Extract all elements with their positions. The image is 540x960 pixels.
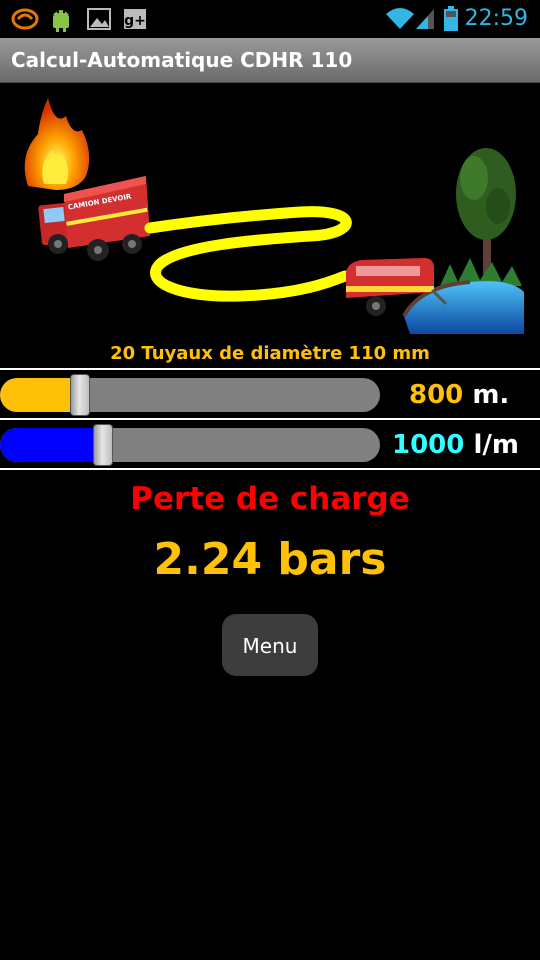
android-icon (53, 10, 69, 32)
signal-icon (416, 9, 434, 29)
google-plus-icon: g+ (124, 9, 146, 29)
length-value: 800 (409, 380, 464, 410)
status-bar: g+ 22:59 (0, 0, 540, 38)
flow-slider-track[interactable] (0, 428, 380, 462)
fire-hose (144, 206, 352, 302)
length-slider-row: 800 m. (0, 370, 540, 418)
flow-unit: l/m (473, 430, 519, 460)
gallery-icon (87, 8, 111, 30)
divider-bottom (0, 468, 540, 470)
length-readout: 800 m. (409, 378, 509, 412)
flow-value: 1000 (392, 430, 465, 460)
flow-slider-fill (0, 428, 103, 462)
pressure-loss-value: 2.24 bars (153, 534, 387, 585)
fire-icon (24, 98, 90, 190)
length-slider-fill (0, 378, 80, 412)
tree-icon (440, 148, 522, 286)
length-unit: m. (472, 380, 510, 410)
flow-slider-thumb[interactable] (93, 424, 113, 466)
debug-icon (11, 8, 39, 30)
hose-count-caption: 20 Tuyaux de diamètre 110 mm (110, 343, 430, 364)
flow-readout: 1000 l/m (392, 428, 519, 462)
length-slider-track[interactable] (0, 378, 380, 412)
clock: 22:59 (464, 6, 528, 31)
wifi-icon (386, 8, 414, 29)
svg-text:g+: g+ (124, 13, 146, 29)
menu-button[interactable]: Menu (222, 614, 318, 676)
app-screen: g+ 22:59 Calcul-Automatique CDHR 110 CAM… (0, 0, 540, 960)
length-slider-thumb[interactable] (70, 374, 90, 416)
pressure-loss-label: Perte de charge (130, 481, 410, 517)
hose-illustration: CAMION DEVOIR (24, 98, 524, 334)
app-title: Calcul-Automatique CDHR 110 (11, 48, 353, 72)
action-bar: Calcul-Automatique CDHR 110 (0, 38, 540, 83)
flow-slider-row: 1000 l/m (0, 420, 540, 468)
battery-icon (444, 6, 458, 31)
